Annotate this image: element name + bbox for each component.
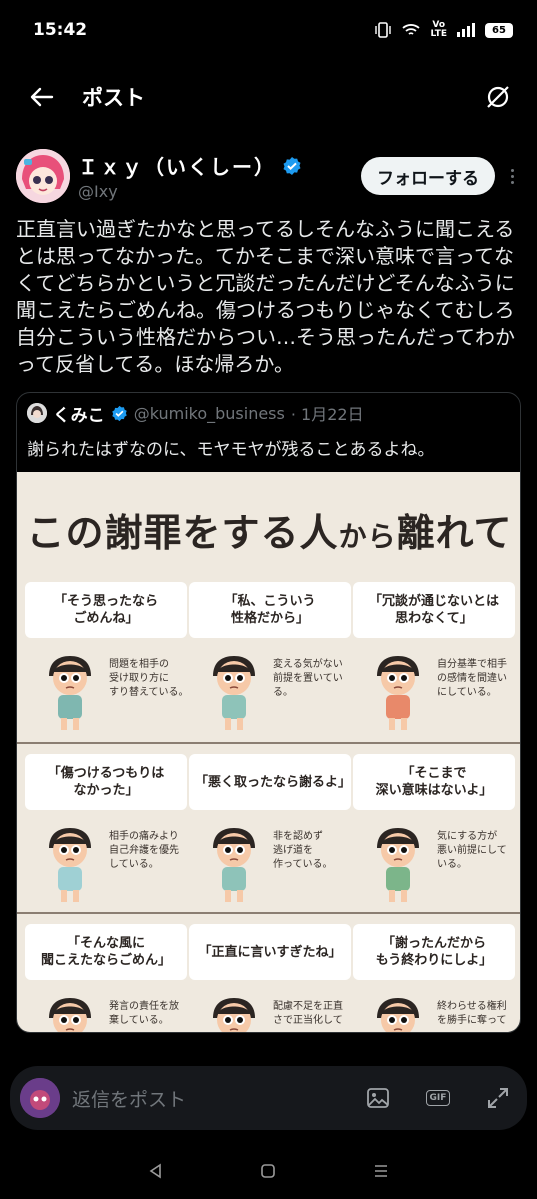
explanation-note: 配慮不足を正直 さで正当化して bbox=[273, 1001, 343, 1026]
nav-back-button[interactable] bbox=[144, 1159, 168, 1183]
battery-icon: 65 bbox=[485, 22, 513, 38]
my-avatar bbox=[20, 1078, 60, 1118]
infographic-card: 「そこまで 深い意味はないよ」気にする方が 悪い前提にして いる。 bbox=[353, 754, 515, 904]
refresh-icon bbox=[487, 86, 509, 108]
child-illustration-icon bbox=[49, 656, 91, 730]
status-icons: Vo LTE 65 bbox=[374, 21, 513, 39]
author-handle[interactable]: @Ixy bbox=[78, 182, 302, 201]
quoted-post-header: くみこ @kumiko_business · 1月22日 bbox=[17, 393, 520, 427]
arrow-left-icon bbox=[30, 87, 54, 107]
explanation-note: 発言の責任を放 棄している。 bbox=[109, 1001, 179, 1026]
square-home-icon bbox=[261, 1164, 276, 1178]
author-avatar[interactable] bbox=[16, 149, 70, 203]
apology-phrase: 「そう思ったなら ごめんね」 bbox=[25, 582, 187, 638]
explanation-note: 終わらせる権利 を勝手に奪って bbox=[437, 1001, 507, 1026]
child-illustration-icon bbox=[377, 998, 419, 1032]
signal-icon bbox=[457, 23, 475, 37]
quoted-author-avatar bbox=[27, 403, 47, 423]
infographic-card: 「私、こういう 性格だから」変える気がない 前提を置いてい る。 bbox=[189, 582, 351, 732]
child-illustration-icon bbox=[377, 828, 419, 902]
volte-indicator: Vo LTE bbox=[430, 20, 447, 39]
more-options-icon[interactable] bbox=[503, 164, 521, 188]
gif-icon: GIF bbox=[425, 1090, 451, 1106]
quoted-post[interactable]: くみこ @kumiko_business · 1月22日 謝られたはずなのに、モ… bbox=[16, 392, 521, 1033]
child-illustration-icon bbox=[213, 828, 255, 902]
system-nav-bar bbox=[0, 1143, 537, 1199]
infographic-card: 「謝ったんだから もう終わりにしよ」終わらせる権利 を勝手に奪って bbox=[353, 924, 515, 1032]
expand-icon bbox=[488, 1088, 508, 1108]
infographic-card: 「傷つけるつもりは なかった」相手の痛みより 自己弁護を優先 している。 bbox=[25, 754, 187, 904]
apology-phrase: 「正直に言いすぎたね」 bbox=[189, 924, 351, 980]
apology-phrase: 「私、こういう 性格だから」 bbox=[189, 582, 351, 638]
explanation-note: 自分基準で相手 の感情を間違い にしている。 bbox=[437, 659, 507, 698]
image-icon bbox=[367, 1088, 389, 1108]
status-bar: 15:42 Vo LTE 65 bbox=[0, 0, 537, 60]
verified-badge-icon bbox=[111, 405, 127, 421]
child-illustration-icon bbox=[49, 998, 91, 1032]
infographic-card: 「そう思ったなら ごめんね」問題を相手の 受け取り方に すり替えている。 bbox=[25, 582, 189, 732]
child-illustration-icon bbox=[377, 656, 419, 730]
post-text: 正直言い過ぎたかなと思ってるしそんなふうに聞こえるとは思ってなかった。てかそこま… bbox=[16, 217, 515, 376]
image-button[interactable] bbox=[363, 1083, 393, 1113]
gif-button[interactable]: GIF bbox=[423, 1083, 453, 1113]
quoted-post-date: · 1月22日 bbox=[290, 405, 364, 424]
quoted-author-name: くみこ bbox=[53, 405, 105, 426]
page-title: ポスト bbox=[82, 86, 145, 110]
apology-phrase: 「傷つけるつもりは なかった」 bbox=[25, 754, 187, 810]
apology-phrase: 「冗談が通じないとは 思わなくて」 bbox=[353, 582, 515, 638]
apology-phrase: 「謝ったんだから もう終わりにしよ」 bbox=[353, 924, 515, 980]
apology-phrase: 「悪く取ったなら謝るよ」 bbox=[189, 754, 351, 810]
child-illustration-icon bbox=[213, 998, 255, 1032]
menu-icon bbox=[374, 1165, 387, 1177]
follow-button[interactable]: フォローする bbox=[361, 157, 495, 195]
nav-home-button[interactable] bbox=[256, 1159, 280, 1183]
child-illustration-icon bbox=[49, 828, 91, 902]
apology-phrase: 「そんな風に 聞こえたならごめん」 bbox=[25, 924, 187, 980]
author-name[interactable]: Ｉｘｙ（いくしー） bbox=[78, 151, 276, 180]
status-time: 15:42 bbox=[33, 20, 88, 40]
child-illustration-icon bbox=[213, 656, 255, 730]
infographic-card: 「悪く取ったなら謝るよ」非を認めず 逃げ道を 作っている。 bbox=[189, 754, 351, 904]
explanation-note: 問題を相手の 受け取り方に すり替えている。 bbox=[109, 659, 189, 698]
infographic-title: この謝罪をする人から離れて bbox=[26, 511, 513, 555]
quoted-author-handle: @kumiko_business bbox=[133, 403, 285, 423]
infographic-card: 「冗談が通じないとは 思わなくて」自分基準で相手 の感情を間違い にしている。 bbox=[353, 582, 515, 732]
explanation-note: 変える気がない 前提を置いてい る。 bbox=[273, 659, 343, 698]
triangle-back-icon bbox=[149, 1163, 161, 1179]
reply-input[interactable]: 返信をポスト bbox=[72, 1085, 333, 1112]
refresh-button[interactable] bbox=[483, 82, 513, 112]
nav-menu-button[interactable] bbox=[369, 1159, 393, 1183]
infographic-row: 「そんな風に 聞こえたならごめん」発言の責任を放 棄している。 「正直に言いすぎた… bbox=[17, 912, 520, 1032]
verified-badge-icon bbox=[283, 156, 301, 175]
infographic-row: 「そう思ったなら ごめんね」問題を相手の 受け取り方に すり替えている。 「私、こ… bbox=[17, 582, 520, 752]
avatar-illustration bbox=[16, 149, 70, 203]
explanation-note: 相手の痛みより 自己弁護を優先 している。 bbox=[109, 831, 179, 870]
vibrate-icon bbox=[375, 22, 392, 38]
infographic-card: 「正直に言いすぎたね」配慮不足を正直 さで正当化して bbox=[189, 924, 351, 1032]
quoted-post-text: 謝られたはずなのに、モヤモヤが残ることあるよね。 bbox=[27, 440, 435, 460]
back-button[interactable] bbox=[28, 83, 56, 111]
explanation-note: 非を認めず 逃げ道を 作っている。 bbox=[273, 831, 333, 870]
reply-bar: 返信をポスト GIF bbox=[10, 1066, 527, 1130]
apology-phrase: 「そこまで 深い意味はないよ」 bbox=[353, 754, 515, 810]
infographic-card: 「そんな風に 聞こえたならごめん」発言の責任を放 棄している。 bbox=[25, 924, 187, 1032]
wifi-icon bbox=[402, 24, 421, 35]
top-bar: ポスト bbox=[0, 62, 537, 132]
post-author-row: Ｉｘｙ（いくしー） @Ixy フォローする bbox=[16, 140, 521, 212]
quoted-post-image[interactable]: この謝罪をする人から離れて 「そう思ったなら ごめんね」問題を相手の 受け取り方… bbox=[17, 472, 520, 1032]
explanation-note: 気にする方が 悪い前提にして いる。 bbox=[437, 831, 507, 870]
post: Ｉｘｙ（いくしー） @Ixy フォローする 正直言い過ぎたかなと思ってるしそんな… bbox=[0, 140, 537, 1033]
infographic-row: 「傷つけるつもりは なかった」相手の痛みより 自己弁護を優先 している。 「悪く取… bbox=[17, 742, 520, 912]
expand-button[interactable] bbox=[483, 1083, 513, 1113]
